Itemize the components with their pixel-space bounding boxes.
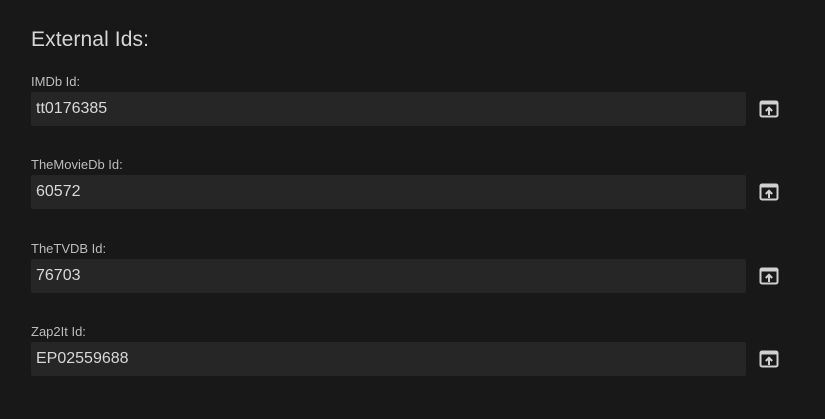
- open-external-icon: [759, 350, 779, 368]
- imdb-id-field: IMDb Id:: [31, 74, 791, 134]
- zap2it-id-field: Zap2It Id:: [31, 324, 791, 384]
- imdb-id-input[interactable]: [31, 92, 746, 126]
- thetvdb-id-label: TheTVDB Id:: [31, 241, 107, 256]
- zap2it-open-button[interactable]: [758, 348, 780, 370]
- themoviedb-open-button[interactable]: [758, 181, 780, 203]
- thetvdb-id-field: TheTVDB Id:: [31, 241, 791, 301]
- thetvdb-id-input[interactable]: [31, 259, 746, 293]
- themoviedb-id-input[interactable]: [31, 175, 746, 209]
- themoviedb-id-field: TheMovieDb Id:: [31, 157, 791, 217]
- external-ids-panel: External Ids: IMDb Id: TheMovieDb Id: Th…: [0, 0, 825, 419]
- section-title: External Ids:: [31, 28, 150, 51]
- zap2it-id-input[interactable]: [31, 342, 746, 376]
- open-external-icon: [759, 183, 779, 201]
- imdb-id-label: IMDb Id:: [31, 74, 81, 89]
- themoviedb-id-label: TheMovieDb Id:: [31, 157, 123, 172]
- open-external-icon: [759, 267, 779, 285]
- imdb-open-button[interactable]: [758, 98, 780, 120]
- thetvdb-open-button[interactable]: [758, 265, 780, 287]
- open-external-icon: [759, 100, 779, 118]
- zap2it-id-label: Zap2It Id:: [31, 324, 86, 339]
